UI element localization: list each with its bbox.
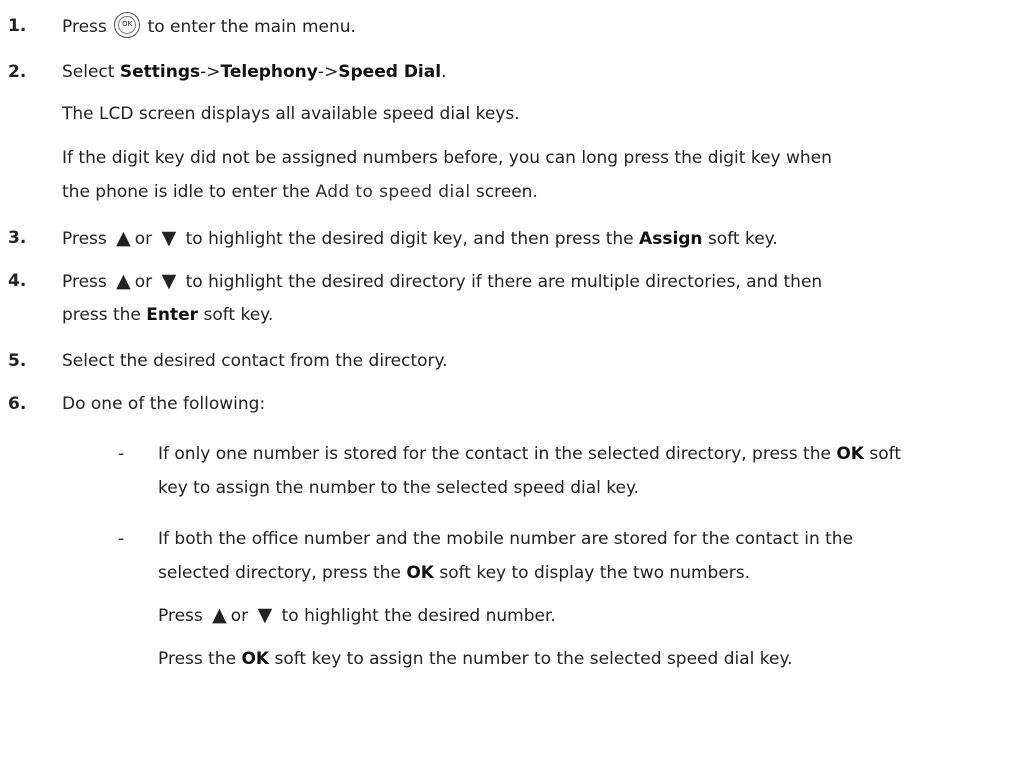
- step-number: 1.: [8, 16, 27, 36]
- or-word: or: [134, 272, 153, 292]
- up-arrow-icon: ▲: [116, 227, 131, 249]
- menu-separator: ->: [200, 62, 221, 82]
- bullet-dash: -: [118, 444, 125, 464]
- menu-settings: Settings: [119, 62, 201, 82]
- step-2-note-2-line-1: If the digit key did not be assigned num…: [62, 148, 832, 168]
- step-3-pre: Press: [62, 229, 107, 249]
- down-arrow-icon: ▼: [161, 227, 177, 249]
- softkey-ok: OK: [241, 649, 270, 669]
- menu-telephony: Telephony: [220, 62, 318, 82]
- document-page: 1. Press OK to enter the main menu. 2. S…: [0, 0, 1027, 780]
- step-number: 4.: [8, 271, 27, 291]
- bullet-2-line-2: selected directory, press the OK soft ke…: [158, 561, 750, 585]
- up-arrow-icon: ▲: [116, 270, 131, 292]
- bullet-1-pre: If only one number is stored for the con…: [158, 444, 837, 464]
- step-3-post: soft key.: [702, 229, 778, 249]
- step-4-pre: Press: [62, 272, 107, 292]
- menu-separator: ->: [317, 62, 339, 82]
- step-6-text: Do one of the following:: [62, 394, 266, 414]
- bullet-dash: -: [118, 529, 125, 549]
- step-5-text: Select the desired contact from the dire…: [62, 351, 448, 371]
- step-number: 6.: [8, 394, 27, 414]
- step-2-pre: Select: [62, 62, 120, 82]
- bullet-2-final-post: soft key to assign the number to the sel…: [269, 649, 793, 669]
- step-1-post: to enter the main menu.: [147, 17, 356, 37]
- bullet-2-final-pre: Press the: [158, 649, 242, 669]
- bullet-2-pre: selected directory, press the: [158, 563, 407, 583]
- note-pre: the phone is idle to enter the: [62, 182, 316, 202]
- bullet-2-post: soft key to display the two numbers.: [433, 563, 751, 583]
- step-3-text: Press ▲ or ▼ to highlight the desired dig…: [62, 226, 778, 251]
- softkey-ok: OK: [406, 563, 434, 583]
- step-4-text-line-2: press the Enter soft key.: [62, 303, 273, 327]
- step-2-note-2-line-2: the phone is idle to enter the Add to sp…: [62, 180, 538, 204]
- up-arrow-icon: ▲: [212, 604, 227, 626]
- softkey-assign: Assign: [639, 229, 703, 249]
- step-4-text-line-1: Press ▲ or ▼ to highlight the desired dir…: [62, 269, 822, 294]
- bullet-1-line-2: key to assign the number to the selected…: [158, 478, 640, 498]
- bullet-1-post: soft: [863, 444, 901, 464]
- or-word: or: [230, 606, 249, 626]
- step-number: 2.: [8, 62, 27, 82]
- bullet-2-line-1: If both the office number and the mobile…: [158, 529, 854, 549]
- ok-key-label: OK: [122, 20, 133, 28]
- ok-key-icon: OK: [114, 12, 141, 38]
- menu-speed-dial: Speed Dial: [338, 62, 442, 82]
- step-number: 5.: [8, 351, 27, 371]
- screen-name: Add to speed dial: [315, 182, 471, 202]
- step-4-cont: press the: [62, 305, 147, 325]
- or-word: or: [134, 229, 153, 249]
- bullet-2-line-4: Press the OK soft key to assign the numb…: [158, 647, 793, 671]
- step-2-note-1: The LCD screen displays all available sp…: [62, 104, 520, 124]
- step-1-pre: Press: [62, 17, 107, 37]
- step-number: 3.: [8, 228, 27, 248]
- down-arrow-icon: ▼: [161, 270, 177, 292]
- bullet-2-highlight: to highlight the desired number.: [281, 606, 556, 626]
- bullet-2-press: Press: [158, 606, 203, 626]
- softkey-enter: Enter: [146, 305, 199, 325]
- step-3-mid: to highlight the desired digit key, and …: [185, 229, 640, 249]
- step-1-text: Press OK to enter the main menu.: [62, 12, 356, 40]
- down-arrow-icon: ▼: [257, 604, 273, 626]
- step-2-post: .: [441, 62, 447, 82]
- step-4-mid: to highlight the desired directory if th…: [185, 272, 823, 292]
- step-2-text: Select Settings->Telephony->Speed Dial.: [62, 60, 446, 84]
- step-4-post: soft key.: [198, 305, 274, 325]
- note-post: screen.: [470, 182, 538, 202]
- bullet-2-line-3: Press ▲ or ▼ to highlight the desired num…: [158, 603, 556, 628]
- bullet-1-line-1: If only one number is stored for the con…: [158, 442, 901, 466]
- softkey-ok: OK: [836, 444, 864, 464]
